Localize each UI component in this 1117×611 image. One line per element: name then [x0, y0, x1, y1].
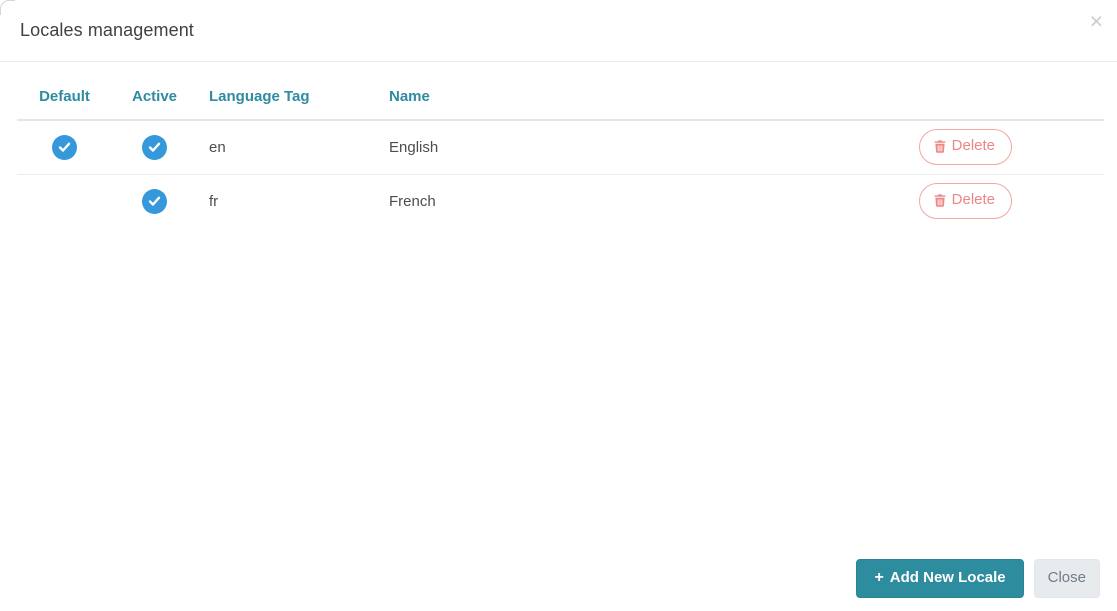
- modal-header: Locales management ×: [0, 0, 1117, 62]
- close-button[interactable]: Close: [1033, 559, 1100, 598]
- default-cell: [17, 120, 112, 175]
- plus-icon: +: [874, 569, 884, 586]
- delete-button-label: Delete: [951, 191, 995, 209]
- delete-button-label: Delete: [951, 137, 995, 155]
- actions-cell: Delete: [677, 120, 1104, 175]
- check-icon: [148, 142, 161, 152]
- close-icon[interactable]: ×: [1086, 8, 1107, 35]
- table-row-fr: fr French Delete: [17, 174, 1104, 228]
- active-cell: [112, 174, 197, 228]
- locales-management-modal: Locales management × Default Active Lang…: [0, 0, 1117, 611]
- default-check-badge[interactable]: [52, 134, 77, 160]
- add-new-locale-button[interactable]: + Add New Locale: [856, 559, 1024, 598]
- column-header-active: Active: [112, 62, 197, 121]
- check-icon: [58, 142, 71, 152]
- column-header-name: Name: [377, 62, 677, 121]
- add-button-label: Add New Locale: [889, 568, 1006, 586]
- active-check-badge[interactable]: [142, 134, 167, 160]
- table-row-en: en English Delete: [17, 120, 1104, 175]
- modal-footer: + Add New Locale Close: [856, 559, 1100, 598]
- name-cell: English: [377, 120, 677, 175]
- name-cell: French: [389, 192, 436, 210]
- delete-locale-button[interactable]: Delete: [918, 129, 1012, 166]
- check-icon: [148, 196, 161, 206]
- active-check-badge[interactable]: [142, 188, 167, 214]
- locales-table: Default Active Language Tag Name en Engl…: [17, 62, 1104, 228]
- column-header-default: Default: [17, 62, 112, 121]
- column-header-actions: [677, 62, 1104, 121]
- delete-locale-button[interactable]: Delete: [918, 183, 1012, 220]
- active-cell: [112, 120, 197, 175]
- modal-title: Locales management: [20, 20, 194, 40]
- trash-icon: [934, 140, 946, 153]
- column-header-language-tag: Language Tag: [197, 62, 377, 121]
- language-tag-cell: en: [197, 120, 377, 175]
- actions-cell: Delete: [677, 174, 1104, 228]
- language-tag-cell: fr: [209, 192, 219, 210]
- trash-icon: [934, 194, 946, 207]
- default-cell: [17, 174, 112, 228]
- table-header-row: Default Active Language Tag Name: [17, 62, 1104, 121]
- modal-body: Default Active Language Tag Name en Engl…: [0, 62, 1117, 228]
